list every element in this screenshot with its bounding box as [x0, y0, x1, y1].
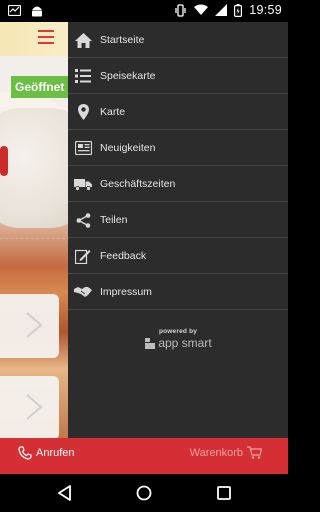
status-badge: Geöffnet: [11, 76, 69, 98]
shopping-cart-icon: [247, 446, 262, 459]
appsmart-brand-text: app smart: [158, 336, 212, 350]
android-icon: [31, 4, 43, 17]
cart-button-label: Warenkorb: [189, 446, 243, 459]
navigation-drawer: Startseite Speisekarte Karte Neuigkeiten…: [68, 22, 288, 438]
notification-icon: [8, 5, 21, 16]
drawer-item-label: Startseite: [100, 33, 145, 46]
drawer-item-neuigkeiten[interactable]: Neuigkeiten: [68, 130, 288, 166]
share-icon: [74, 211, 92, 229]
status-bar: 19:59: [0, 0, 288, 22]
feature-card[interactable]: [0, 294, 59, 358]
appsmart-logo: app smart: [68, 336, 288, 350]
call-button-label: Anrufen: [36, 447, 75, 459]
appsmart-logo-icon: [145, 337, 156, 349]
drawer-item-karte[interactable]: Karte: [68, 94, 288, 130]
drawer-item-label: Karte: [100, 105, 126, 118]
home-circle-icon[interactable]: [135, 484, 153, 502]
newspaper-icon: [74, 139, 92, 157]
burger-image-detail: [0, 146, 8, 176]
delivery-truck-icon: [74, 175, 92, 193]
drawer-item-startseite[interactable]: Startseite: [68, 22, 288, 58]
drawer-item-label: Teilen: [100, 213, 128, 226]
bottom-action-bar: Anrufen Warenkorb: [0, 438, 288, 474]
drawer-item-feedback[interactable]: Feedback: [68, 238, 288, 274]
map-pin-icon: [74, 103, 92, 121]
call-button[interactable]: Anrufen: [18, 446, 75, 460]
powered-by-label: powered by: [158, 328, 198, 335]
back-icon[interactable]: [56, 484, 74, 502]
drawer-item-label: Neuigkeiten: [100, 141, 156, 154]
handshake-icon: [74, 283, 92, 301]
drawer-item-geschaeftszeiten[interactable]: Geschäftszeiten: [68, 166, 288, 202]
drawer-item-label: Impressum: [100, 285, 152, 298]
vibrate-icon: [174, 3, 187, 17]
drawer-item-teilen[interactable]: Teilen: [68, 202, 288, 238]
drawer-item-speisekarte[interactable]: Speisekarte: [68, 58, 288, 94]
phone-icon: [18, 446, 32, 460]
powered-by-appsmart[interactable]: powered by app smart: [68, 328, 288, 350]
feature-card[interactable]: [0, 376, 59, 438]
cart-button[interactable]: Warenkorb: [190, 446, 262, 459]
divider: [0, 238, 70, 239]
wifi-icon: [194, 4, 209, 16]
drawer-item-label: Speisekarte: [100, 69, 156, 82]
drawer-item-label: Geschäftszeiten: [100, 177, 176, 190]
menu-list-icon: [74, 67, 92, 85]
recents-icon[interactable]: [215, 484, 233, 502]
edit-icon: [74, 247, 92, 265]
status-left-icons: [8, 4, 43, 17]
drawer-item-label: Feedback: [100, 249, 147, 262]
battery-icon: [234, 3, 243, 17]
system-navigation-bar: [0, 474, 288, 512]
chevron-right-icon: [26, 312, 43, 338]
chevron-right-icon: [26, 394, 43, 420]
drawer-item-impressum[interactable]: Impressum: [68, 274, 288, 310]
signal-icon: [215, 4, 228, 16]
status-right-icons: 19:59: [174, 3, 282, 17]
hamburger-menu-icon[interactable]: [38, 30, 54, 44]
status-clock: 19:59: [249, 3, 282, 17]
home-icon: [74, 31, 92, 49]
